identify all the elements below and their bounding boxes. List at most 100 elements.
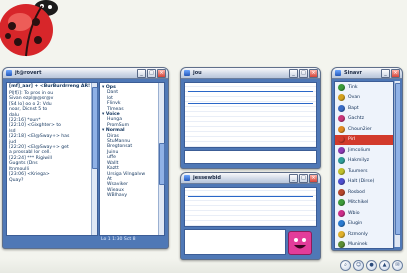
buddy-name: Wbio [348, 210, 360, 216]
nick-entries: ▾ Ops Dant lot Flinvk Tlmeas ▾ Voice Hunga Prom… [102, 85, 145, 199]
nick-scroll-thumb[interactable] [159, 143, 165, 185]
buddy-status-icon [338, 230, 345, 238]
buddy-toolbar: ⌕ ☺ ● ▲ ✉ [340, 260, 403, 271]
buddy-name: Gachtz [348, 116, 365, 122]
private-window: jessewbid _ □ × [180, 172, 321, 260]
buddy-item[interactable]: Muninek [335, 240, 393, 248]
chat-scrollbar[interactable] [91, 83, 98, 235]
buddy-item[interactable]: Halt (Dirse) [335, 177, 393, 188]
maximize-button[interactable]: □ [299, 174, 308, 183]
buddy-item[interactable]: Tink [335, 82, 393, 93]
buddy-item[interactable]: Tuumers [335, 166, 393, 177]
maximize-button[interactable]: □ [147, 69, 156, 78]
smiley-icon [294, 238, 306, 249]
buddy-status-icon [338, 209, 345, 217]
channel-titlebar[interactable]: jt@rovert _ □ × [3, 68, 168, 79]
window-icon [6, 70, 12, 76]
buddy-item[interactable]: Ovan [335, 93, 393, 104]
buddy-name: Choun2ier [348, 126, 372, 132]
buddy-status-icon [338, 146, 345, 154]
separator-line [188, 196, 313, 197]
buddy-item[interactable]: Wbio [335, 208, 393, 219]
chat-lines: Pl|f[i]: To pros in ou Sivan ezpl@@sr@v [S… [9, 91, 69, 183]
nick-list[interactable]: ▾ Ops Dant lot Flinvk Tlmeas ▾ Voice Hunga Prom… [99, 82, 165, 236]
search-button[interactable]: ⌕ [340, 260, 351, 271]
buddy-status-icon [338, 94, 345, 102]
query-title: jou [193, 70, 202, 76]
buddy-item[interactable]: Elugin [335, 219, 393, 230]
buddy-name: Pirl [348, 137, 356, 143]
close-button[interactable]: × [157, 69, 166, 78]
chat-line: [22:10] <Gixghter> to [9, 123, 61, 129]
buddy-status-icon [338, 136, 345, 144]
channel-title: jt@rovert [15, 70, 42, 76]
buddy-name: Bapt [348, 105, 359, 111]
buddy-status-icon [338, 188, 345, 196]
query-titlebar[interactable]: jou _ □ × [181, 68, 320, 79]
nick-item[interactable]: WBlhavy [102, 193, 145, 198]
minimize-button[interactable]: _ [289, 174, 298, 183]
buddy-name: Tuumers [348, 168, 368, 174]
buddy-item[interactable]: Hakmilyz [335, 156, 393, 167]
channel-window: jt@rovert _ □ × [mf]_aar] + <BurBurdrren… [2, 67, 169, 249]
buddy-status-icon [338, 167, 345, 175]
buddy-item[interactable]: Rosbod [335, 187, 393, 198]
close-button[interactable]: × [309, 174, 318, 183]
chat-line: Quay? [9, 177, 24, 183]
buddy-name: Halt (Dirse) [348, 179, 375, 185]
buddy-name: Tink [348, 84, 358, 90]
minimize-button[interactable]: _ [381, 69, 390, 78]
separator-line [188, 91, 313, 92]
window-icon [184, 70, 190, 76]
buddy-status-icon [338, 220, 345, 228]
buddy-name: Muninek [348, 242, 368, 248]
status-bar: Lo 1 1:30 Sct 8 [101, 237, 136, 242]
buddy-item[interactable]: Choun2ier [335, 124, 393, 135]
minimize-button[interactable]: _ [289, 69, 298, 78]
buddy-item[interactable]: Jimcolium [335, 145, 393, 156]
query-window: jou _ □ × [180, 67, 321, 169]
buddy-title: Sinavr [344, 70, 362, 76]
buddy-name: Jimcolium [348, 147, 371, 153]
buddy-status-icon [338, 115, 345, 123]
chat-scroll-thumb[interactable] [92, 87, 98, 169]
chat-button[interactable]: ✉ [392, 260, 403, 271]
private-titlebar[interactable]: jessewbid _ □ × [181, 173, 320, 184]
avatar [288, 231, 312, 255]
buddy-name: Elugin [348, 221, 363, 227]
query-input[interactable] [184, 150, 317, 164]
private-log[interactable] [184, 187, 317, 227]
buddy-name: Rosbod [348, 189, 365, 195]
warn-button[interactable]: ▲ [379, 260, 390, 271]
buddy-list-window: Sinavr _ × Tink Ovan Bapt Gachtz Choun2ier Pi… [331, 67, 403, 251]
private-input[interactable] [184, 229, 286, 255]
close-button[interactable]: × [391, 69, 400, 78]
buddy-name: Rzmonly [348, 231, 368, 237]
drop-button[interactable]: ● [366, 260, 377, 271]
buddy-scroll-thumb[interactable] [395, 83, 401, 235]
buddy-titlebar[interactable]: Sinavr _ × [332, 68, 402, 79]
query-log[interactable] [184, 82, 317, 148]
window-icon [335, 70, 341, 76]
buddy-name: Ovan [348, 95, 361, 101]
buddy-status-icon [338, 104, 345, 112]
buddy-item[interactable]: Mitchikel [335, 198, 393, 209]
buddy-scrollbar[interactable] [394, 81, 401, 247]
maximize-button[interactable]: □ [299, 69, 308, 78]
private-title: jessewbid [193, 175, 221, 181]
buddy-status-icon [338, 157, 345, 165]
nick-scrollbar[interactable] [158, 83, 165, 235]
minimize-button[interactable]: _ [137, 69, 146, 78]
chat-header: [mf]_aar] + <BurBurdrreng AR! [9, 84, 91, 89]
buddy-status-icon [338, 241, 345, 248]
window-icon [184, 175, 190, 181]
ladybug-logo [0, 0, 58, 57]
close-button[interactable]: × [309, 69, 318, 78]
chat-log[interactable]: [mf]_aar] + <BurBurdrreng AR! Pl|f[i]: T… [6, 82, 98, 236]
user-button[interactable]: ☺ [353, 260, 364, 271]
buddy-item[interactable]: Gachtz [335, 114, 393, 125]
buddy-item[interactable]: Rzmonly [335, 229, 393, 240]
buddy-list[interactable]: Tink Ovan Bapt Gachtz Choun2ier Pirl Jimcolium… [334, 81, 394, 249]
buddy-item[interactable]: Pirl [335, 134, 393, 145]
buddy-item[interactable]: Bapt [335, 103, 393, 114]
